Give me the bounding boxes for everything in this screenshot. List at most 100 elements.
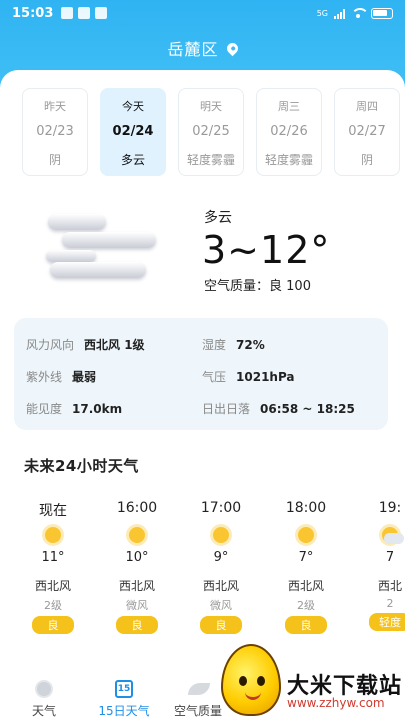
hour-time: 16:00 [116,500,158,516]
detail-sunrise-sunset: 日出日落 06:58 ~ 18:25 [202,400,355,417]
detail-label: 风力风向 [26,338,75,352]
sun-icon [122,522,152,548]
sun-icon [291,522,321,548]
location-selector[interactable]: 岳麓区 [0,36,405,60]
hour-wind-direction: 西北风 [202,579,239,593]
day-date: 02/23 [36,124,74,139]
detail-humidity: 湿度 72% [202,336,265,353]
hour-wind-level: 微风 [126,599,148,612]
detail-wind: 风力风向 西北风 1级 [26,336,145,353]
mascot-icon [221,644,281,716]
notification-icon [78,7,91,19]
air-quality-label: 空气质量： [204,279,270,294]
day-date: 02/24 [112,124,154,139]
hour-time: 18:00 [285,500,327,516]
hour-wind-direction: 西北 [377,579,402,593]
hour-temp: 7 [385,550,395,565]
day-condition: 多云 [120,153,145,167]
hour-wind-level: 微风 [210,599,232,612]
day-date: 02/26 [270,124,308,139]
hour-temp: 7° [298,550,314,565]
day-condition: 阴 [360,153,373,167]
hour-temp: 10° [125,550,149,565]
hour-item: 18:00 7° 西北风 2级 良 [278,500,334,634]
status-bar: 15:03 5G [0,0,405,26]
network-label: 5G [316,8,328,18]
tab-15-day-weather[interactable]: 15 15日天气 [84,672,164,719]
hour-wind-direction: 西北风 [118,579,155,593]
detail-value: 1021hPa [236,370,295,384]
watermark-url: www.zzhyw.com [287,696,385,710]
hour-item: 16:00 10° 西北风 微风 良 [109,500,165,634]
day-date: 02/25 [192,124,230,139]
hour-aqi-badge: 轻度 [369,613,405,631]
detail-label: 紫外线 [26,370,63,384]
hour-aqi-badge: 良 [285,616,327,634]
detail-label: 湿度 [202,338,227,352]
wifi-icon [351,8,369,18]
leaf-icon [186,678,210,702]
status-time: 15:03 [12,5,54,21]
hour-item: 19: 7 西北 2 轻度 [362,500,405,631]
cloudy-weather-icon [40,210,160,280]
hour-aqi-badge: 良 [200,616,242,634]
tab-label: 15日天气 [98,704,150,718]
hour-item: 17:00 9° 西北风 微风 良 [193,500,249,634]
sun-icon [206,522,236,548]
day-name: 周四 [356,100,378,113]
hour-time: 19: [378,500,402,516]
hourly-forecast-strip[interactable]: 现在 11° 西北风 2级 良 16:00 10° 西北风 微风 良 17:00… [0,500,405,635]
hour-wind-level: 2 [386,597,394,610]
hour-wind-direction: 西北风 [34,579,71,593]
detail-label: 日出日落 [202,402,251,416]
day-condition: 轻度雾霾 [264,153,313,167]
hourly-section-title: 未来24小时天气 [24,457,139,475]
day-condition: 阴 [48,153,61,167]
detail-value: 17.0km [72,402,123,416]
day-card[interactable]: 周四 02/27 阴 [334,88,400,176]
tab-weather[interactable]: 天气 [4,672,84,719]
detail-value: 最弱 [72,370,97,384]
current-temperature-range: 3~12° [202,228,331,272]
day-name: 昨天 [44,100,66,113]
signal-icon [334,8,345,19]
hour-wind-level: 2级 [44,599,62,612]
tab-label: 天气 [31,704,56,718]
notification-icon [95,7,108,19]
hour-aqi-badge: 良 [32,616,74,634]
daily-forecast-strip[interactable]: 昨天 02/23 阴 今天 02/24 多云 明天 02/25 轻度雾霾 周三 … [22,88,405,176]
location-name: 岳麓区 [167,40,219,59]
day-name: 周三 [278,100,300,113]
detail-value: 72% [236,338,265,352]
location-pin-icon [224,40,240,57]
day-card-selected[interactable]: 今天 02/24 多云 [100,88,166,176]
hour-wind-level: 2级 [297,599,315,612]
hour-temp: 11° [41,550,65,565]
detail-value: 西北风 1级 [84,338,145,352]
day-card[interactable]: 昨天 02/23 阴 [22,88,88,176]
day-card[interactable]: 明天 02/25 轻度雾霾 [178,88,244,176]
hour-aqi-badge: 良 [116,616,158,634]
sun-icon [38,522,68,548]
detail-visibility: 能见度 17.0km [26,400,122,417]
day-card[interactable]: 周三 02/26 轻度雾霾 [256,88,322,176]
detail-uv: 紫外线 最弱 [26,368,96,385]
current-air-quality: 空气质量：良 100 [204,275,311,294]
weather-details-panel: 风力风向 西北风 1级 湿度 72% 紫外线 最弱 气压 1021hPa 能见度 17.0… [14,318,388,430]
hour-wind-direction: 西北风 [287,579,324,593]
notification-icon [61,7,74,19]
hour-temp: 9° [213,550,229,565]
hour-item: 现在 11° 西北风 2级 良 [25,500,81,634]
day-date: 02/27 [348,124,386,139]
calendar-icon: 15 [112,678,136,702]
battery-icon [371,7,393,19]
day-name: 明天 [200,100,222,113]
day-name: 今天 [122,100,144,113]
sun-cloud-icon [375,522,405,548]
current-condition: 多云 [204,210,232,226]
detail-pressure: 气压 1021hPa [202,368,295,385]
watermark-logo: 大米下载站 www.zzhyw.com [215,640,405,720]
air-quality-value: 良 100 [269,279,311,294]
detail-label: 气压 [202,370,227,384]
detail-label: 能见度 [26,402,63,416]
